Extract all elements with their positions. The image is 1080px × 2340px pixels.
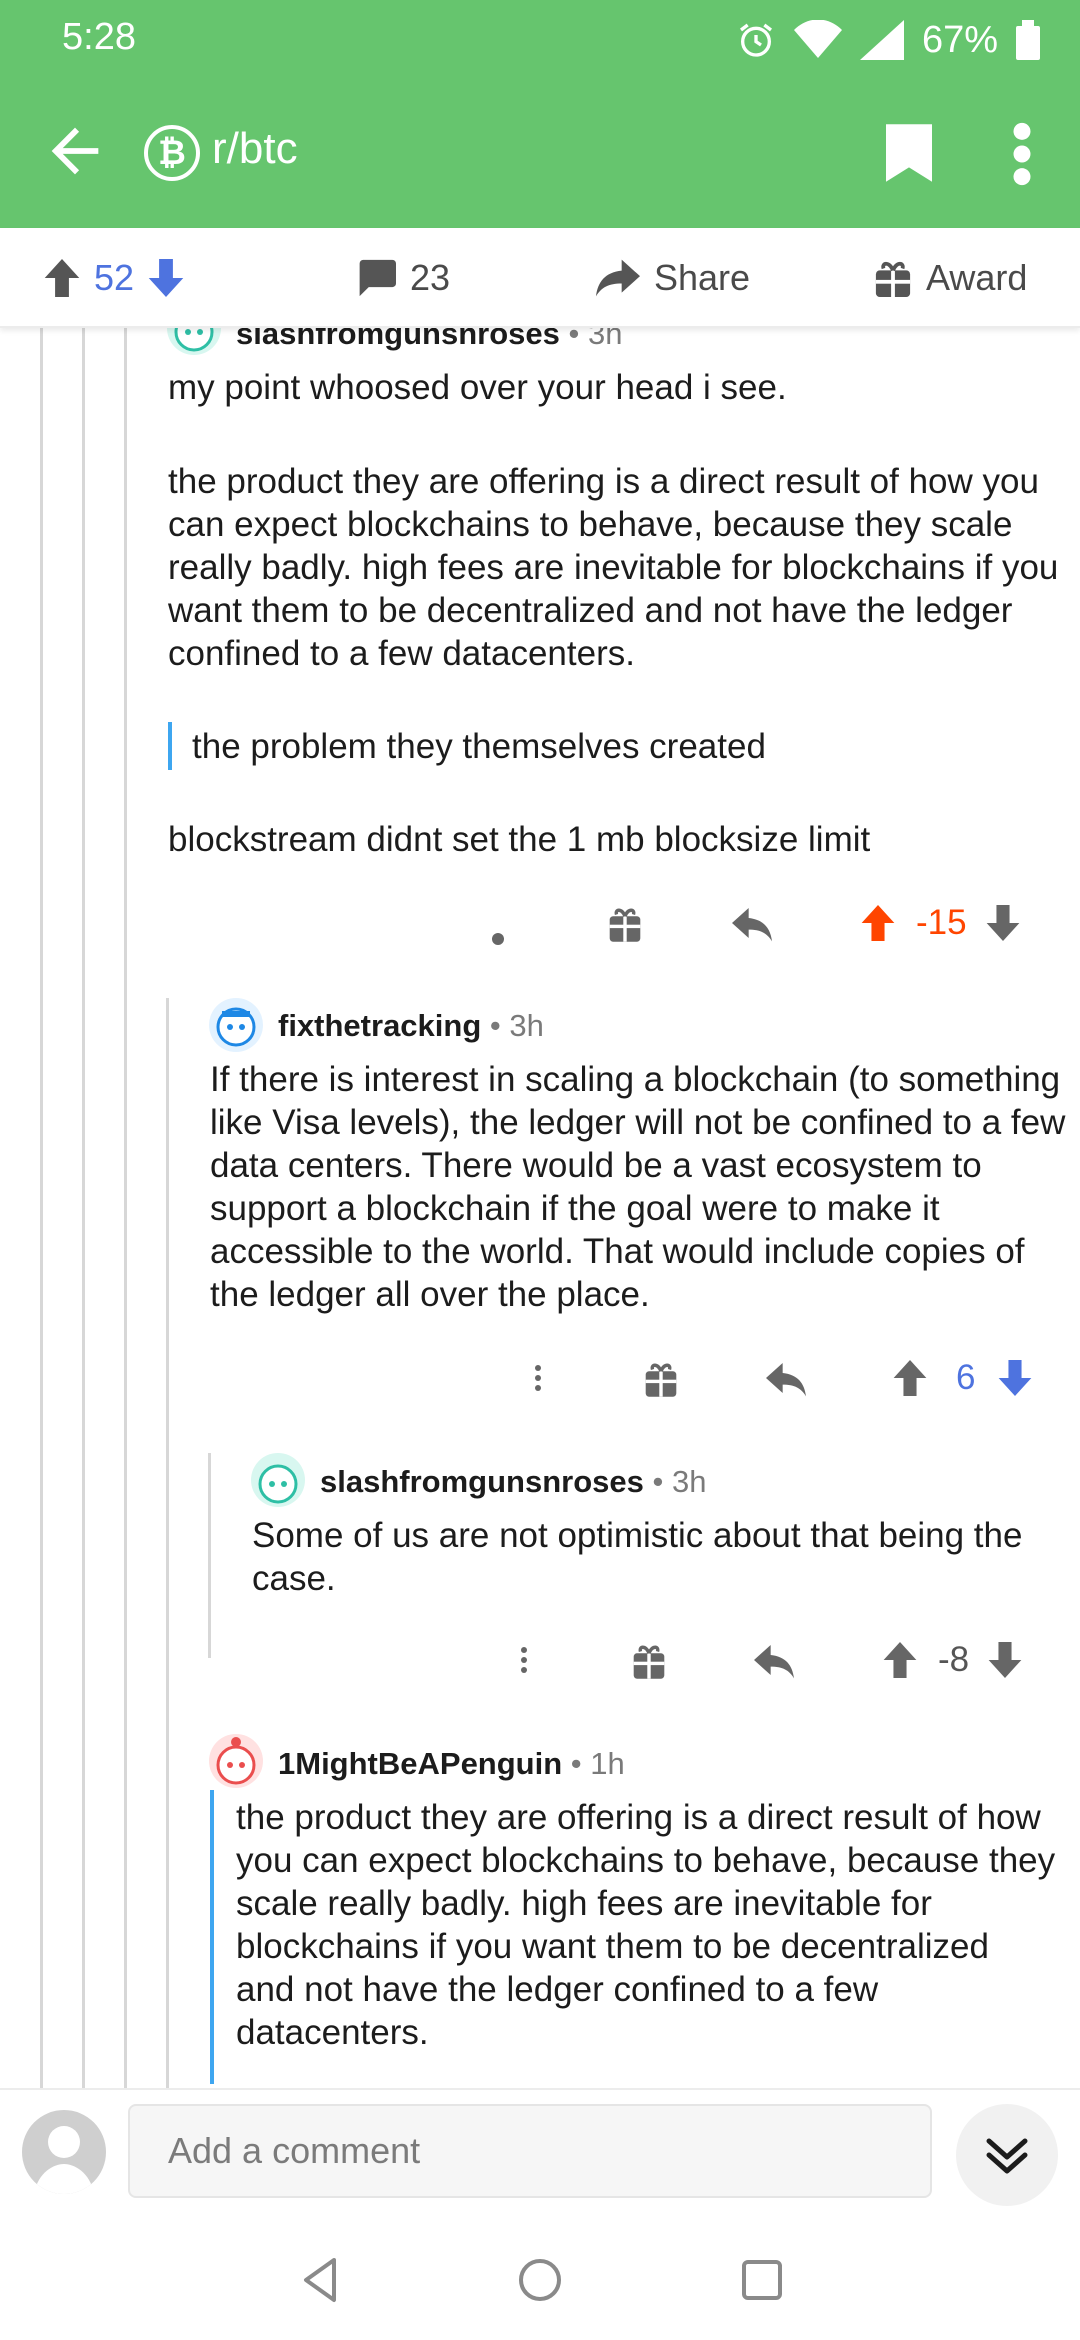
comment-score: -15 xyxy=(916,903,967,942)
status-time: 5:28 xyxy=(62,16,136,58)
add-comment-input[interactable]: Add a comment xyxy=(128,2104,932,2198)
upvote-icon[interactable] xyxy=(44,259,80,297)
upvote-icon[interactable] xyxy=(882,1642,918,1678)
bookmark-icon[interactable] xyxy=(886,124,932,182)
nav-recents-icon[interactable] xyxy=(730,2248,794,2312)
comment-body: my point whoosed over your head i see. xyxy=(168,366,1048,409)
avatar[interactable] xyxy=(250,1452,306,1513)
more-vert-icon[interactable] xyxy=(518,1630,530,1690)
comment-score: 6 xyxy=(956,1358,976,1397)
award-button[interactable]: Award xyxy=(874,228,1027,328)
gift-icon[interactable] xyxy=(632,1630,666,1690)
comment-time: 3h xyxy=(509,1008,544,1043)
wifi-icon xyxy=(793,20,842,58)
back-arrow-icon[interactable] xyxy=(40,116,110,186)
thread-rail xyxy=(40,328,43,2088)
comment-author[interactable]: 1MightBeAPenguin xyxy=(278,1746,562,1781)
avatar[interactable] xyxy=(208,1733,264,1794)
thread-rail xyxy=(124,328,127,2088)
thread-rail xyxy=(166,998,169,2088)
post-vote-group: 52 xyxy=(44,228,184,328)
nav-home-icon[interactable] xyxy=(508,2248,572,2312)
status-bar: 5:28 67% xyxy=(0,0,1080,80)
avatar[interactable] xyxy=(166,328,226,360)
comment-body: If there is interest in scaling a blockc… xyxy=(210,1060,1066,1314)
comment-body: Some of us are not optimistic about that… xyxy=(252,1516,1023,1598)
status-icons: 67% xyxy=(736,14,1040,66)
battery-icon xyxy=(1016,20,1040,60)
avatar[interactable] xyxy=(208,997,264,1058)
comment-thread: slashfromgunsnroses • 3h my point whoose… xyxy=(0,328,1080,2088)
comment-actions: 6 xyxy=(210,1348,1050,1408)
downvote-icon[interactable] xyxy=(148,259,184,297)
downvote-icon[interactable] xyxy=(997,1360,1033,1396)
downvote-icon[interactable] xyxy=(985,905,1021,941)
comment-score: -8 xyxy=(938,1640,970,1679)
comment-vote-group: -15 xyxy=(860,893,1021,953)
post-action-row: 52 23 Share Award xyxy=(0,228,1080,328)
comment-body: the product they are offering is a direc… xyxy=(168,460,1068,675)
quote-text: the problem they themselves created xyxy=(192,727,766,766)
reply-icon[interactable] xyxy=(766,1348,806,1408)
avatar[interactable] xyxy=(22,2110,106,2194)
comment-actions: -15 xyxy=(168,893,1048,953)
comment-actions: -8 xyxy=(252,1630,1052,1690)
quote-bar xyxy=(210,1790,214,2084)
subreddit-name[interactable]: r/btc xyxy=(212,124,298,174)
comment-vote-group: 6 xyxy=(892,1348,1033,1408)
more-vert-icon[interactable] xyxy=(532,1348,544,1408)
thread-rail xyxy=(82,328,85,2088)
award-label: Award xyxy=(926,257,1028,298)
bitcoin-icon: ₿ xyxy=(144,125,200,181)
comment-author[interactable]: slashfromgunsnroses xyxy=(320,1464,644,1499)
comment-time: 3h xyxy=(671,1464,707,1499)
share-icon xyxy=(596,259,640,297)
gift-icon[interactable] xyxy=(608,893,642,953)
upvote-icon[interactable] xyxy=(892,1360,928,1396)
comment-vote-group: -8 xyxy=(882,1630,1023,1690)
post-score: 52 xyxy=(94,257,135,298)
comment-icon xyxy=(359,259,396,297)
comment-paragraph: my point whoosed over your head i see. xyxy=(168,368,787,407)
comment-paragraph: the product they are offering is a direc… xyxy=(168,462,1059,673)
more-vert-icon[interactable] xyxy=(492,893,504,953)
app-screen: 5:28 67% ₿ r/btc 52 23 Share Award slash… xyxy=(0,0,1080,2340)
battery-percent: 67% xyxy=(921,18,998,61)
comment-author[interactable]: fixthetracking xyxy=(278,1008,481,1043)
downvote-icon[interactable] xyxy=(987,1642,1023,1678)
comment-bar: Add a comment xyxy=(0,2088,1080,2214)
upvote-icon[interactable] xyxy=(860,905,896,941)
app-bar: ₿ r/btc xyxy=(0,80,1080,228)
share-label: Share xyxy=(654,257,751,298)
comment-count: 23 xyxy=(410,257,451,298)
system-nav-bar xyxy=(0,2214,1080,2340)
comment-author[interactable]: slashfromgunsnroses xyxy=(236,328,560,351)
comment-paragraph: blockstream didnt set the 1 mb blocksize… xyxy=(168,820,871,859)
collapse-button[interactable] xyxy=(956,2104,1058,2206)
share-button[interactable]: Share xyxy=(596,228,750,328)
reply-icon[interactable] xyxy=(754,1630,794,1690)
comments-button[interactable]: 23 xyxy=(356,228,450,328)
chevron-double-down-icon xyxy=(986,2138,1028,2174)
nav-back-icon[interactable] xyxy=(290,2248,354,2312)
gift-icon[interactable] xyxy=(644,1348,678,1408)
gift-icon xyxy=(875,261,911,297)
quote-bar xyxy=(168,722,172,770)
signal-icon xyxy=(859,20,904,60)
comment-time: 3h xyxy=(587,328,623,351)
thread-rail xyxy=(208,1453,211,1658)
more-vert-icon[interactable] xyxy=(1000,120,1044,188)
comment-time: 1h xyxy=(590,1746,625,1781)
reply-icon[interactable] xyxy=(732,893,772,953)
quote-text: the product they are offering is a direc… xyxy=(236,1798,1056,2052)
alarm-icon xyxy=(739,23,772,57)
